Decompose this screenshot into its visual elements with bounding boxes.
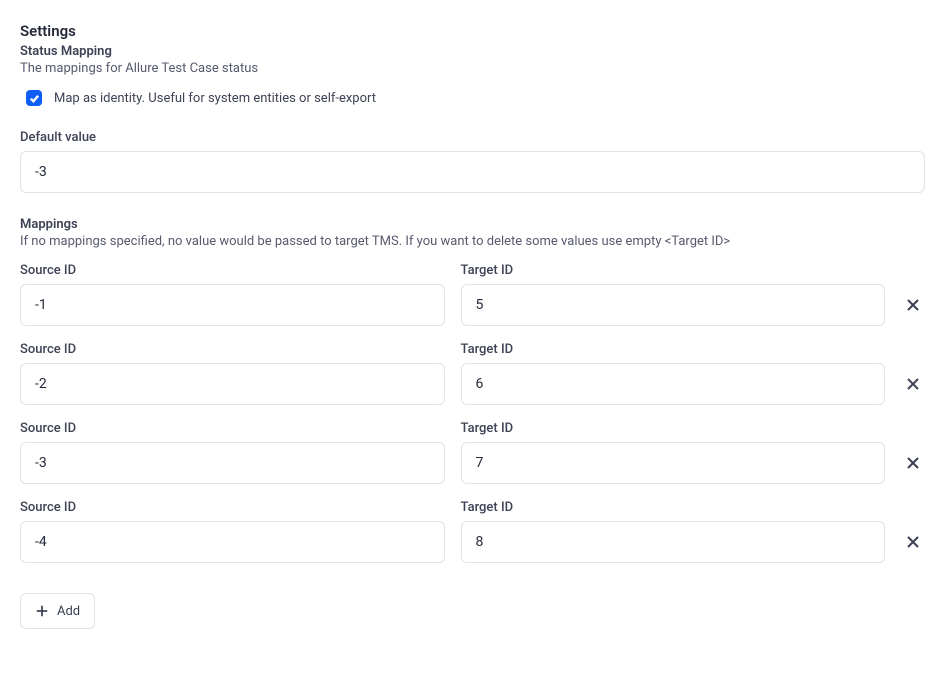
mapping-row: Source ID Target ID [20,263,925,326]
close-icon [905,297,921,313]
add-button-label: Add [57,604,80,619]
mappings-header: Mappings If no mappings specified, no va… [20,217,925,249]
settings-page: Settings Status Mapping The mappings for… [20,22,925,629]
remove-mapping-button[interactable] [901,363,925,405]
identity-checkbox-row: Map as identity. Useful for system entit… [26,90,925,106]
mapping-row: Source ID Target ID [20,500,925,563]
target-col: Target ID [461,500,886,563]
plus-icon [35,604,49,618]
source-col: Source ID [20,342,445,405]
source-id-input[interactable] [20,521,445,563]
source-id-label: Source ID [20,421,445,436]
check-icon [29,93,40,104]
target-id-input[interactable] [461,284,886,326]
page-title: Settings [20,22,925,40]
target-id-label: Target ID [461,263,886,278]
source-col: Source ID [20,500,445,563]
default-value-block: Default value [20,130,925,193]
mappings-list: Source IDTarget IDSource IDTarget IDSour… [20,263,925,563]
close-icon [905,534,921,550]
target-id-input[interactable] [461,363,886,405]
identity-checkbox[interactable] [26,90,42,106]
source-id-input[interactable] [20,363,445,405]
default-value-input[interactable] [20,151,925,193]
add-mapping-button[interactable]: Add [20,593,95,629]
target-col: Target ID [461,263,886,326]
identity-checkbox-label: Map as identity. Useful for system entit… [54,91,376,106]
target-id-input[interactable] [461,521,886,563]
target-col: Target ID [461,342,886,405]
remove-mapping-button[interactable] [901,521,925,563]
status-mapping-title: Status Mapping [20,44,925,59]
close-icon [905,376,921,392]
source-id-input[interactable] [20,442,445,484]
target-id-input[interactable] [461,442,886,484]
source-id-label: Source ID [20,263,445,278]
target-id-label: Target ID [461,421,886,436]
target-id-label: Target ID [461,500,886,515]
target-col: Target ID [461,421,886,484]
target-id-label: Target ID [461,342,886,357]
source-col: Source ID [20,263,445,326]
remove-mapping-button[interactable] [901,442,925,484]
mappings-description: If no mappings specified, no value would… [20,234,925,249]
default-value-label: Default value [20,130,925,145]
mapping-row: Source ID Target ID [20,342,925,405]
source-id-input[interactable] [20,284,445,326]
source-col: Source ID [20,421,445,484]
remove-mapping-button[interactable] [901,284,925,326]
source-id-label: Source ID [20,342,445,357]
close-icon [905,455,921,471]
mappings-title: Mappings [20,217,925,232]
source-id-label: Source ID [20,500,445,515]
status-mapping-description: The mappings for Allure Test Case status [20,61,925,76]
mapping-row: Source ID Target ID [20,421,925,484]
